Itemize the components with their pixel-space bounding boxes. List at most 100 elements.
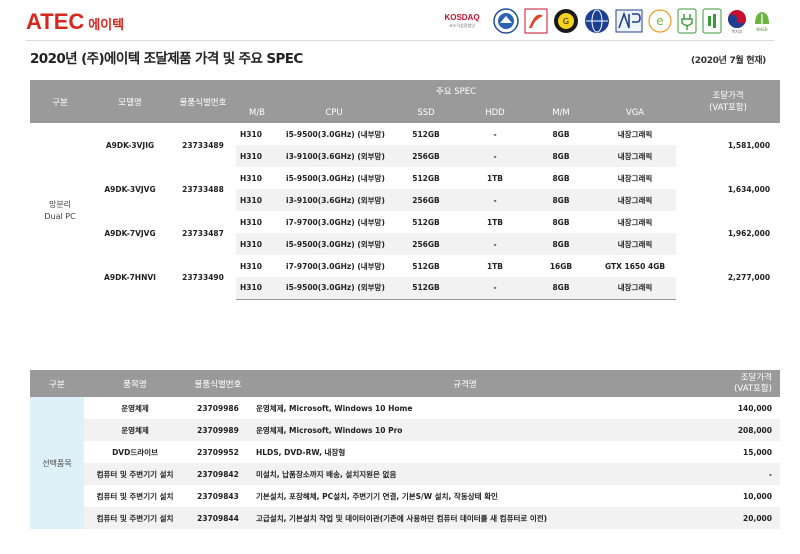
- model-name: A9DK-7HNVI: [90, 255, 170, 299]
- price-value: 208,000: [680, 419, 780, 441]
- item-name: 운영체제: [121, 403, 149, 413]
- spec-mb: H310: [236, 167, 278, 189]
- spec-hdd: -: [462, 233, 528, 255]
- header-mm: M/M: [528, 102, 594, 123]
- header-code: 물품식별번호: [186, 370, 250, 397]
- spec-ssd: 512GB: [390, 167, 462, 189]
- model-name: A9DK-7VJVG: [90, 211, 170, 255]
- item-name: 컴퓨터 및 주변기기 설치: [84, 507, 186, 529]
- table-row: 컴퓨터 및 주변기기 설치 23709843 기본설치, 포장해체, PC설치,…: [30, 485, 780, 507]
- price-value: 15,000: [743, 447, 772, 457]
- header-price-line1: 조달가격: [712, 90, 744, 101]
- spec-cpu: i7-9700(3.0GHz) (내부망): [278, 211, 390, 233]
- spec-mb: H310: [236, 255, 278, 277]
- spec-hdd: -: [462, 145, 528, 167]
- item-code: 23709986: [197, 403, 239, 413]
- header-mb: M/B: [236, 102, 278, 123]
- spec-vga: 내장그래픽: [594, 277, 677, 300]
- spec-ssd: 256GB: [390, 189, 462, 211]
- globe-certification-icon: [584, 7, 610, 35]
- item-code: 23733487: [170, 211, 236, 255]
- table-row: 선택품목 운영체제 23709986 운영체제, Microsoft, Wind…: [30, 397, 780, 529]
- spec-hdd: -: [462, 277, 528, 300]
- header-divider: [26, 40, 774, 41]
- table-row: 운영체제 23709989 운영체제, Microsoft, Windows 1…: [30, 419, 780, 441]
- item-spec: 운영체제, Microsoft, Windows 10 Pro: [250, 419, 680, 441]
- spec-vga: 내장그래픽: [594, 167, 677, 189]
- spec-cpu: i3-9100(3.6GHz) (외부망): [278, 189, 390, 211]
- price-value: 1,581,000: [676, 123, 781, 167]
- spec-vga: 내장그래픽: [594, 145, 677, 167]
- page-title: 2020년 (주)에이텍 조달제품 가격 및 주요 SPEC: [30, 51, 303, 67]
- spec-hdd: 1TB: [462, 211, 528, 233]
- item-spec: HLDS, DVD-RW, 내장형: [256, 447, 346, 457]
- header-category: 구분: [30, 370, 84, 397]
- spec-ssd: 256GB: [390, 233, 462, 255]
- item-spec: 고급설치, 기본설치 작업 및 데이터이관(기존에 사용하던 컴퓨터 데이터를 …: [250, 507, 680, 529]
- item-spec: 기본설치, 포장해체, PC설치, 주변기기 연결, 기본S/W 설치, 작동상…: [256, 491, 498, 501]
- price-value: 2,277,000: [676, 255, 781, 299]
- item-name: 컴퓨터 및 주변기기 설치: [96, 491, 174, 501]
- price-value: 140,000: [737, 403, 772, 413]
- spec-hdd: 1TB: [462, 255, 528, 277]
- price-value: 10,000: [743, 491, 772, 501]
- item-name: 운영체제: [84, 419, 186, 441]
- svg-text:G: G: [563, 17, 569, 26]
- spec-hdd: -: [462, 189, 528, 211]
- item-spec: 미설치, 납품장소까지 배송, 설치지원은 없음: [250, 463, 680, 485]
- product-price-table: 구분 모델명 물품식별번호 주요 SPEC 조달가격 (VAT포함) M/B C…: [30, 80, 781, 300]
- spec-cpu: i5-9500(3.0GHz) (외부망): [278, 233, 390, 255]
- item-code: 23709989: [186, 419, 250, 441]
- header-price: 조달가격 (VAT포함): [676, 80, 781, 123]
- header-item-name: 품목명: [84, 370, 186, 397]
- category-line1: 망분리: [48, 200, 72, 209]
- kosdaq-badge: KOSDAQ 코스닥상장법인: [436, 7, 488, 35]
- spec-ssd: 256GB: [390, 145, 462, 167]
- spec-cpu: i5-9500(3.0GHz) (내부망): [278, 123, 390, 145]
- energy-saving-icon: [702, 7, 722, 35]
- header-hdd: HDD: [462, 102, 528, 123]
- item-code: 23709952: [197, 447, 239, 457]
- taegeuk-icon: [728, 9, 746, 28]
- item-code: 23733488: [170, 167, 236, 211]
- nheb-badge: NHEB: [752, 7, 772, 35]
- spec-mm: 16GB: [528, 255, 594, 277]
- optional-items-table: 구분 품목명 물품식별번호 규격명 조달가격 (VAT포함) 선택품목 운영체제…: [30, 370, 780, 529]
- spec-cpu: i5-9500(3.0GHz) (내부망): [278, 167, 390, 189]
- header-price-line1: 조달가격: [740, 372, 772, 383]
- header-spec: 규격명: [250, 370, 680, 397]
- logo-subtext: 에이텍: [88, 17, 125, 33]
- header-ssd: SSD: [390, 102, 462, 123]
- header-price: 조달가격 (VAT포함): [680, 370, 780, 397]
- spec-vga: 내장그래픽: [594, 189, 677, 211]
- spec-mm: 8GB: [528, 277, 594, 300]
- company-logo: ATEC 에이텍: [26, 9, 125, 34]
- header-cpu: CPU: [278, 102, 390, 123]
- spec-hdd: 1TB: [462, 167, 528, 189]
- spec-mb: H310: [236, 145, 278, 167]
- spec-ssd: 512GB: [390, 211, 462, 233]
- logo-text: ATEC: [26, 9, 85, 34]
- item-code: 23709843: [197, 491, 239, 501]
- header-spec-group: 주요 SPEC: [236, 80, 677, 102]
- item-code: 23733489: [170, 123, 236, 167]
- spec-mm: 8GB: [528, 145, 594, 167]
- eco-certification-icon: G: [553, 7, 579, 35]
- spec-vga: 내장그래픽: [594, 233, 677, 255]
- spec-hdd: -: [462, 123, 528, 145]
- spec-cpu: i3-9100(3.6GHz) (외부망): [278, 145, 390, 167]
- item-name: 컴퓨터 및 주변기기 설치: [84, 463, 186, 485]
- price-value: 1,962,000: [676, 211, 781, 255]
- certification-badges: KOSDAQ 코스닥상장법인 G e 복지부 NHEB: [436, 6, 772, 36]
- spec-ssd: 512GB: [390, 255, 462, 277]
- design-mark-icon: [524, 7, 548, 35]
- svg-text:e: e: [656, 14, 663, 28]
- spec-mb: H310: [236, 189, 278, 211]
- header-category: 구분: [30, 80, 90, 123]
- ministry-badge: 복지부: [727, 7, 747, 35]
- header-price-line2: (VAT포함): [734, 383, 772, 394]
- category-cell: 선택품목: [30, 397, 84, 529]
- spec-mm: 8GB: [528, 233, 594, 255]
- kosdaq-sub: 코스닥상장법인: [449, 23, 475, 28]
- spec-mb: H310: [236, 123, 278, 145]
